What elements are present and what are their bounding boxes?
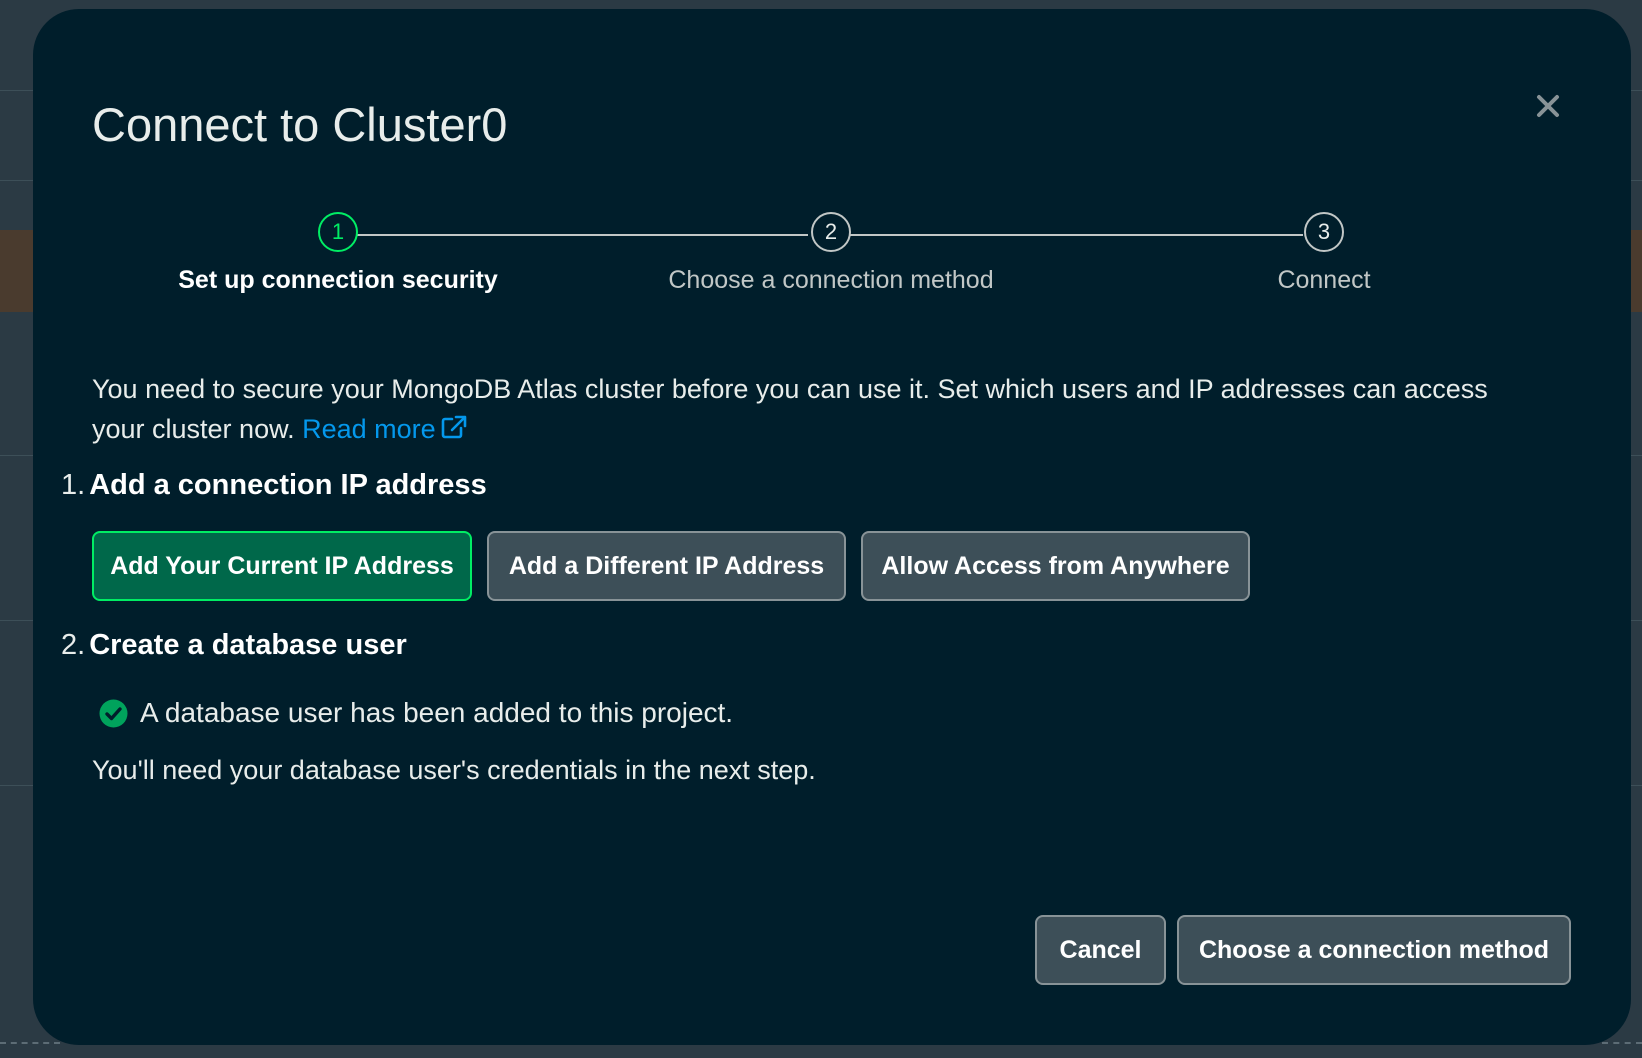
step-label: Connect: [1277, 266, 1371, 294]
close-button[interactable]: [1533, 91, 1563, 121]
step-label: Choose a connection method: [668, 266, 994, 294]
step-label: Set up connection security: [178, 266, 498, 294]
close-icon: [1537, 95, 1559, 117]
step-number: 2: [811, 212, 851, 252]
external-link-icon: [441, 415, 466, 439]
database-user-status: A database user has been added to this p…: [99, 697, 733, 729]
stepper: 1 Set up connection security 2 Choose a …: [33, 212, 1631, 312]
section-heading-user: 2. Create a database user: [61, 629, 407, 662]
step-number: 3: [1304, 212, 1344, 252]
choose-connection-method-button[interactable]: Choose a connection method: [1177, 915, 1571, 985]
intro-text: You need to secure your MongoDB Atlas cl…: [92, 369, 1542, 449]
credentials-note: You'll need your database user's credent…: [92, 755, 816, 785]
section-heading-ip: 1. Add a connection IP address: [61, 469, 487, 502]
modal-footer: Cancel Choose a connection method: [1035, 915, 1571, 985]
add-different-ip-button[interactable]: Add a Different IP Address: [487, 531, 846, 601]
step-2: 2 Choose a connection method: [621, 212, 1041, 295]
section-number: 1.: [61, 469, 86, 501]
background-dashed-line: [0, 1042, 60, 1044]
section-title: Add a connection IP address: [89, 469, 487, 501]
allow-anywhere-button[interactable]: Allow Access from Anywhere: [861, 531, 1250, 601]
modal-title: Connect to Cluster0: [92, 98, 508, 151]
cancel-button[interactable]: Cancel: [1035, 915, 1166, 985]
check-circle-icon: [99, 699, 128, 727]
step-3: 3 Connect: [1114, 212, 1534, 295]
add-current-ip-button[interactable]: Add Your Current IP Address: [92, 531, 472, 601]
status-text: A database user has been added to this p…: [140, 697, 734, 728]
connect-modal: Connect to Cluster0 1 Set up connection …: [33, 9, 1631, 1045]
ip-button-group: Add Your Current IP Address Add a Differ…: [92, 531, 1250, 601]
section-number: 2.: [61, 629, 86, 661]
step-number: 1: [318, 212, 358, 252]
read-more-link[interactable]: Read more: [302, 414, 468, 444]
read-more-label: Read more: [302, 414, 436, 444]
background-dashed-line: [1602, 1042, 1642, 1044]
section-title: Create a database user: [89, 629, 407, 661]
step-1: 1 Set up connection security: [128, 212, 548, 295]
